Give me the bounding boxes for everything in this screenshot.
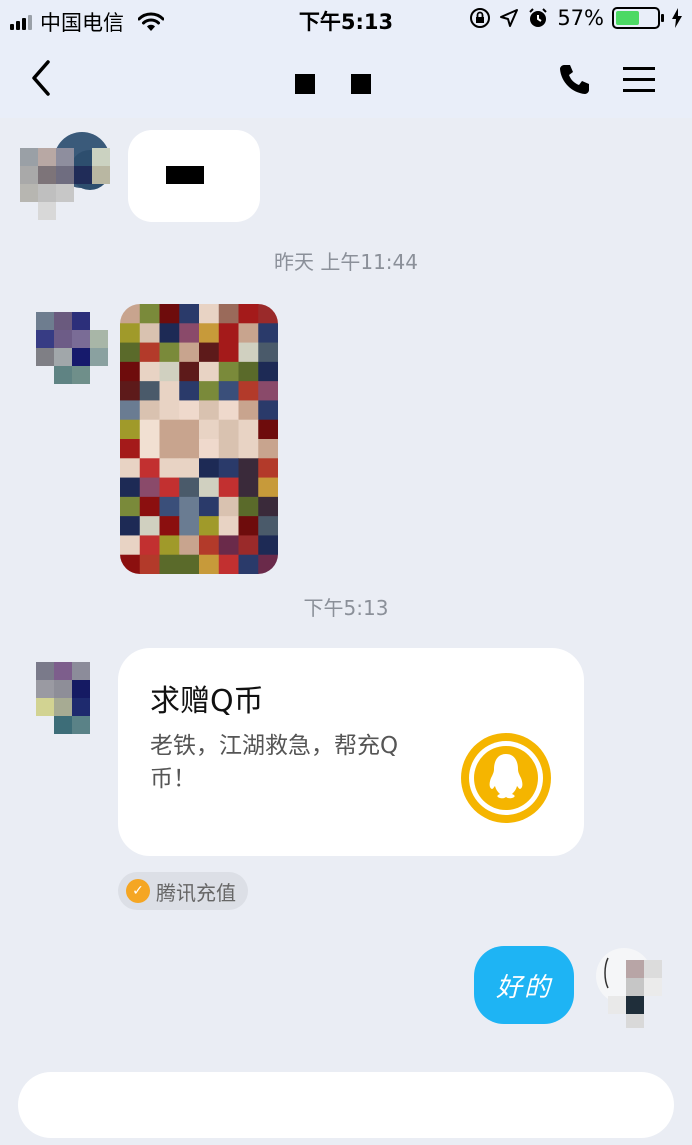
alarm-icon bbox=[529, 8, 548, 27]
verified-check-icon: ✓ bbox=[126, 879, 150, 903]
contact-name-redacted bbox=[295, 74, 371, 94]
source-label: 腾讯充值 bbox=[156, 880, 236, 905]
location-icon bbox=[500, 9, 519, 27]
my-avatar[interactable] bbox=[594, 944, 674, 1028]
input-bar bbox=[0, 1058, 692, 1145]
outgoing-message-bubble[interactable]: 好的 bbox=[474, 946, 574, 1024]
card-description: 老铁，江湖救急，帮充Q币！ bbox=[150, 733, 399, 792]
phone-icon[interactable] bbox=[558, 62, 592, 96]
qq-coin-request-card[interactable]: 求赠Q币 老铁，江湖救急，帮充Q币！ bbox=[118, 648, 584, 856]
chat-header bbox=[0, 40, 692, 118]
sender-avatar[interactable] bbox=[20, 310, 112, 402]
timestamp: 下午5:13 bbox=[303, 596, 389, 620]
menu-icon[interactable] bbox=[622, 64, 656, 94]
card-title: 求赠Q币 bbox=[150, 684, 264, 719]
timestamp: 昨天 上午11:44 bbox=[274, 250, 418, 274]
message-bubble-redacted[interactable] bbox=[128, 130, 260, 222]
orientation-lock-icon bbox=[470, 8, 491, 28]
battery-percent: 57% bbox=[557, 6, 604, 30]
status-bar: 中国电信 下午5:13 57% bbox=[0, 0, 692, 40]
charging-icon bbox=[672, 8, 682, 28]
reply-text: 好的 bbox=[495, 972, 552, 1003]
battery-icon bbox=[612, 7, 664, 29]
sender-avatar[interactable] bbox=[20, 128, 112, 220]
back-chevron-icon[interactable] bbox=[26, 58, 56, 98]
message-input[interactable] bbox=[18, 1072, 674, 1138]
image-message-pixelated[interactable] bbox=[120, 304, 278, 574]
sender-avatar[interactable] bbox=[36, 662, 96, 742]
message-list[interactable]: 昨天 上午11:44 下午5:13 求赠Q币 老铁，江湖救急，帮充Q币！ ✓ 腾… bbox=[0, 118, 692, 1058]
source-badge[interactable]: ✓ 腾讯充值 bbox=[118, 872, 248, 910]
qq-penguin-coin-icon bbox=[461, 733, 551, 823]
